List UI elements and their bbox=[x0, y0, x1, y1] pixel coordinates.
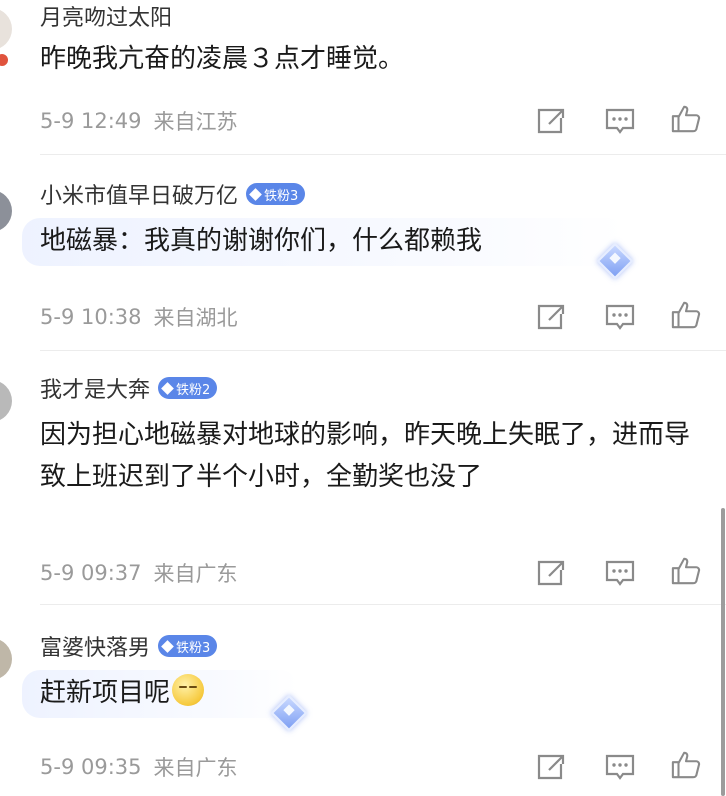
comment-icon[interactable] bbox=[603, 302, 637, 332]
diamond-icon bbox=[161, 381, 174, 395]
like-icon[interactable] bbox=[669, 300, 703, 330]
like-icon[interactable] bbox=[669, 750, 703, 780]
comment-meta: 5-9 09:37 来自广东 bbox=[40, 558, 238, 588]
fan-badge-label: 铁粉2 bbox=[176, 382, 211, 398]
fan-badge: 铁粉3 bbox=[158, 635, 218, 657]
comment-meta: 5-9 10:38 来自湖北 bbox=[40, 302, 238, 332]
fan-badge: 铁粉3 bbox=[246, 183, 306, 205]
comment-item: 我才是大奔 铁粉2 因为担心地磁暴对地球的影响，昨天晚上失眠了，进而导致上班迟到… bbox=[0, 352, 726, 606]
location: 来自广东 bbox=[153, 562, 238, 586]
comment-item: 小米市值早日破万亿 铁粉3 地磁暴：我真的谢谢你们，什么都赖我 5-9 10:3… bbox=[0, 156, 726, 352]
timestamp: 5-9 12:49 bbox=[40, 109, 142, 133]
fan-badge-label: 铁粉3 bbox=[176, 640, 211, 656]
comment-header: 我才是大奔 铁粉2 bbox=[40, 372, 218, 404]
diamond-icon bbox=[249, 187, 262, 201]
comment-icon[interactable] bbox=[603, 106, 637, 136]
repost-icon[interactable] bbox=[533, 302, 567, 332]
location: 来自湖北 bbox=[153, 306, 238, 330]
fan-badge: 铁粉2 bbox=[158, 377, 218, 399]
comment-item: 月亮吻过太阳 昨晚我亢奋的凌晨３点才睡觉。 5-9 12:49 来自江苏 bbox=[0, 0, 726, 156]
location: 来自广东 bbox=[153, 756, 238, 780]
comment-header: 富婆快落男 铁粉3 bbox=[40, 630, 218, 662]
comment-header: 月亮吻过太阳 bbox=[40, 0, 172, 32]
comment-header: 小米市值早日破万亿 铁粉3 bbox=[40, 178, 306, 210]
comment-item: 富婆快落男 铁粉3 赶新项目呢 5-9 09:35 来自广东 bbox=[0, 606, 726, 796]
timestamp: 5-9 09:35 bbox=[40, 755, 142, 779]
comment-meta: 5-9 09:35 来自广东 bbox=[40, 752, 238, 782]
comment-icon[interactable] bbox=[603, 558, 637, 588]
repost-icon[interactable] bbox=[533, 558, 567, 588]
like-icon[interactable] bbox=[669, 556, 703, 586]
smirk-emoji-icon bbox=[172, 674, 205, 706]
avatar[interactable] bbox=[0, 380, 12, 422]
timestamp: 5-9 10:38 bbox=[40, 305, 142, 329]
scrollbar[interactable] bbox=[721, 508, 725, 796]
avatar[interactable] bbox=[0, 190, 12, 232]
comment-text: 赶新项目呢 bbox=[40, 672, 700, 714]
like-icon[interactable] bbox=[669, 104, 703, 134]
username[interactable]: 月亮吻过太阳 bbox=[40, 0, 172, 32]
verified-badge-icon bbox=[0, 52, 10, 68]
location: 来自江苏 bbox=[153, 110, 238, 134]
comment-text: 因为担心地磁暴对地球的影响，昨天晚上失眠了，进而导致上班迟到了半个小时，全勤奖也… bbox=[40, 420, 691, 492]
repost-icon[interactable] bbox=[533, 752, 567, 782]
timestamp: 5-9 09:37 bbox=[40, 561, 142, 585]
divider bbox=[40, 604, 726, 605]
username[interactable]: 我才是大奔 bbox=[40, 372, 150, 404]
diamond-icon bbox=[161, 639, 174, 653]
comment-text: 昨晚我亢奋的凌晨３点才睡觉。 bbox=[40, 44, 405, 74]
username[interactable]: 小米市值早日破万亿 bbox=[40, 178, 238, 210]
comment-meta: 5-9 12:49 来自江苏 bbox=[40, 106, 238, 136]
comment-text-content: 赶新项目呢 bbox=[40, 678, 171, 708]
comment-text: 地磁暴：我真的谢谢你们，什么都赖我 bbox=[40, 226, 483, 256]
comment-icon[interactable] bbox=[603, 752, 637, 782]
username[interactable]: 富婆快落男 bbox=[40, 630, 150, 662]
repost-icon[interactable] bbox=[533, 106, 567, 136]
avatar[interactable] bbox=[0, 638, 12, 680]
divider bbox=[40, 154, 726, 155]
fan-badge-label: 铁粉3 bbox=[264, 188, 299, 204]
divider bbox=[40, 350, 726, 351]
avatar[interactable] bbox=[0, 8, 12, 50]
